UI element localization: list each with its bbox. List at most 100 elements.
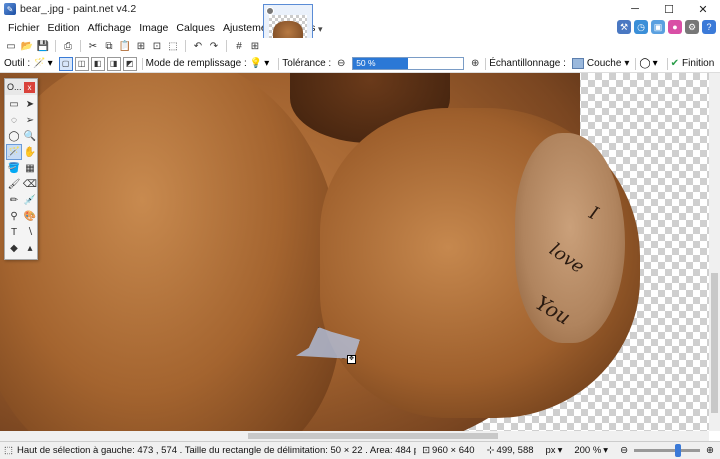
tools-panel-header[interactable]: O... x: [5, 79, 37, 95]
pencil-icon[interactable]: ✏: [6, 192, 22, 208]
bear-body: [0, 73, 340, 431]
selection-info: ⬚ Haut de sélection à gauche: 473 , 574 …: [0, 445, 416, 456]
window-title: bear_.jpg - paint.net v4.2: [20, 3, 137, 15]
undo-icon[interactable]: ↶: [191, 39, 205, 53]
status-bar: ⬚ Haut de sélection à gauche: 473 , 574 …: [0, 441, 720, 459]
finish-button[interactable]: Finition: [682, 58, 714, 69]
print-icon[interactable]: ⎙: [61, 39, 75, 53]
text-icon[interactable]: T: [6, 224, 22, 240]
copy-icon[interactable]: ⧉: [102, 39, 116, 53]
paste-new-image-icon[interactable]: ⊞: [134, 39, 148, 53]
menu-fichier[interactable]: Fichier: [4, 18, 44, 38]
selection-info-text: Haut de sélection à gauche: 473 , 574 . …: [16, 445, 416, 456]
color-picker-icon[interactable]: 💉: [22, 192, 38, 208]
maximize-button[interactable]: ☐: [652, 0, 686, 18]
zoom-text: 200 %: [574, 445, 602, 456]
close-image-icon[interactable]: [266, 7, 274, 15]
toolbar-divider: [666, 57, 668, 70]
ruler-icon[interactable]: ⊞: [248, 39, 262, 53]
cut-icon[interactable]: ✂: [86, 39, 100, 53]
zoom-controls: ⊖ ⊕: [614, 444, 720, 457]
tools-window-icon[interactable]: ⚒: [617, 20, 631, 34]
zoom-selector[interactable]: 200 % ▾: [568, 445, 614, 456]
shapes-icon[interactable]: ◆: [6, 240, 22, 256]
move-selection-handle-icon[interactable]: ✥: [347, 355, 356, 364]
help-icon[interactable]: ?: [702, 20, 716, 34]
save-icon[interactable]: 💾: [36, 39, 50, 53]
menu-image[interactable]: Image: [135, 18, 172, 38]
deselect-icon[interactable]: ⬚: [166, 39, 180, 53]
ellipse-select-icon[interactable]: ◯: [6, 128, 22, 144]
menu-calques[interactable]: Calques: [172, 18, 219, 38]
colors-window-icon[interactable]: ●: [668, 20, 682, 34]
fill-mode-selector[interactable]: 💡 ▾: [250, 58, 269, 69]
selection-replace-button[interactable]: ▢: [58, 56, 73, 71]
zoom-icon[interactable]: 🔍: [22, 128, 38, 144]
toolbar-divider: [278, 57, 280, 70]
crop-icon[interactable]: ⊡: [150, 39, 164, 53]
clone-stamp-icon[interactable]: ⚲: [6, 208, 22, 224]
menu-bar: Fichier Edition Affichage Image Calques …: [0, 18, 720, 38]
toolbar-divider: [80, 40, 81, 52]
main-toolbar: ▭ 📂 💾 ⎙ ✂ ⧉ 📋 ⊞ ⊡ ⬚ ↶ ↷ # ⊞: [0, 38, 720, 54]
open-file-icon[interactable]: 📂: [20, 39, 34, 53]
sampling-value[interactable]: Couche: [587, 58, 621, 69]
antialias-selector[interactable]: ◯ ▾: [639, 58, 657, 69]
unit-selector[interactable]: px ▾: [540, 445, 569, 456]
checkmark-icon: ✔: [670, 58, 680, 69]
bulb-icon: 💡: [249, 58, 263, 69]
tools-panel-close-button[interactable]: x: [24, 81, 35, 93]
paint-bucket-icon[interactable]: 🪣: [6, 160, 22, 176]
menu-edition[interactable]: Edition: [44, 18, 84, 38]
horizontal-scrollbar[interactable]: [0, 431, 709, 441]
recolor-icon[interactable]: 🎨: [22, 208, 38, 224]
shapes-dropdown-icon[interactable]: ▴: [22, 240, 38, 256]
chevron-down-icon: ▾: [652, 58, 658, 69]
zoom-in-icon[interactable]: ⊕: [706, 445, 714, 456]
image-list-dropdown-icon[interactable]: ▾: [318, 24, 323, 35]
redo-icon[interactable]: ↷: [207, 39, 221, 53]
image-size-text: 960 × 640: [432, 445, 475, 456]
layers-window-icon[interactable]: ▣: [651, 20, 665, 34]
selection-union-button[interactable]: ◫: [74, 56, 89, 71]
minimize-button[interactable]: ─: [618, 0, 652, 18]
close-button[interactable]: ✕: [686, 0, 720, 18]
image-canvas[interactable]: I love You ✥: [0, 73, 709, 431]
zoom-slider[interactable]: [634, 444, 701, 457]
new-file-icon[interactable]: ▭: [4, 39, 18, 53]
tolerance-slider[interactable]: 50 %: [352, 57, 465, 70]
menu-affichage[interactable]: Affichage: [84, 18, 136, 38]
selection-intersect-button[interactable]: ◨: [106, 56, 121, 71]
settings-gear-icon[interactable]: ⚙: [685, 20, 699, 34]
eraser-icon[interactable]: ⌫: [22, 176, 38, 192]
pan-icon[interactable]: ✋: [22, 144, 38, 160]
line-curve-icon[interactable]: ∖: [22, 224, 38, 240]
image-size: ⊡ 960 × 640: [416, 445, 481, 456]
zoom-out-icon[interactable]: ⊖: [620, 445, 628, 456]
selection-invert-button[interactable]: ◩: [122, 56, 137, 71]
vertical-scroll-thumb[interactable]: [711, 273, 718, 413]
vertical-scrollbar[interactable]: [709, 73, 720, 431]
image-size-icon: ⊡: [422, 445, 431, 456]
history-window-icon[interactable]: ◷: [634, 20, 648, 34]
grid-icon[interactable]: #: [232, 39, 246, 53]
horizontal-scroll-thumb[interactable]: [248, 433, 498, 439]
move-selected-icon[interactable]: ➤: [22, 96, 38, 112]
paste-icon[interactable]: 📋: [118, 39, 132, 53]
chevron-down-icon: ▾: [47, 58, 53, 69]
lasso-select-icon[interactable]: ◌: [6, 112, 22, 128]
selection-exclude-button[interactable]: ◧: [90, 56, 105, 71]
tolerance-decrease-icon[interactable]: ⊖: [334, 57, 348, 71]
cursor-icon: ⊹: [486, 445, 495, 456]
tolerance-increase-icon[interactable]: ⊕: [468, 57, 482, 71]
gradient-icon[interactable]: ▦: [22, 160, 38, 176]
tool-selector[interactable]: 🪄 ▾: [33, 58, 52, 69]
paintbrush-icon[interactable]: 🖌: [6, 176, 22, 192]
zoom-slider-knob[interactable]: [674, 444, 681, 457]
chevron-down-icon[interactable]: ▾: [624, 58, 629, 69]
magic-wand-icon: 🪄: [33, 58, 46, 69]
move-selection-icon[interactable]: ➢: [22, 112, 38, 128]
rectangle-select-icon[interactable]: ▭: [6, 96, 22, 112]
cursor-position: ⊹ 499, 588: [481, 445, 540, 456]
magic-wand-tool-icon[interactable]: 🪄: [6, 144, 22, 160]
